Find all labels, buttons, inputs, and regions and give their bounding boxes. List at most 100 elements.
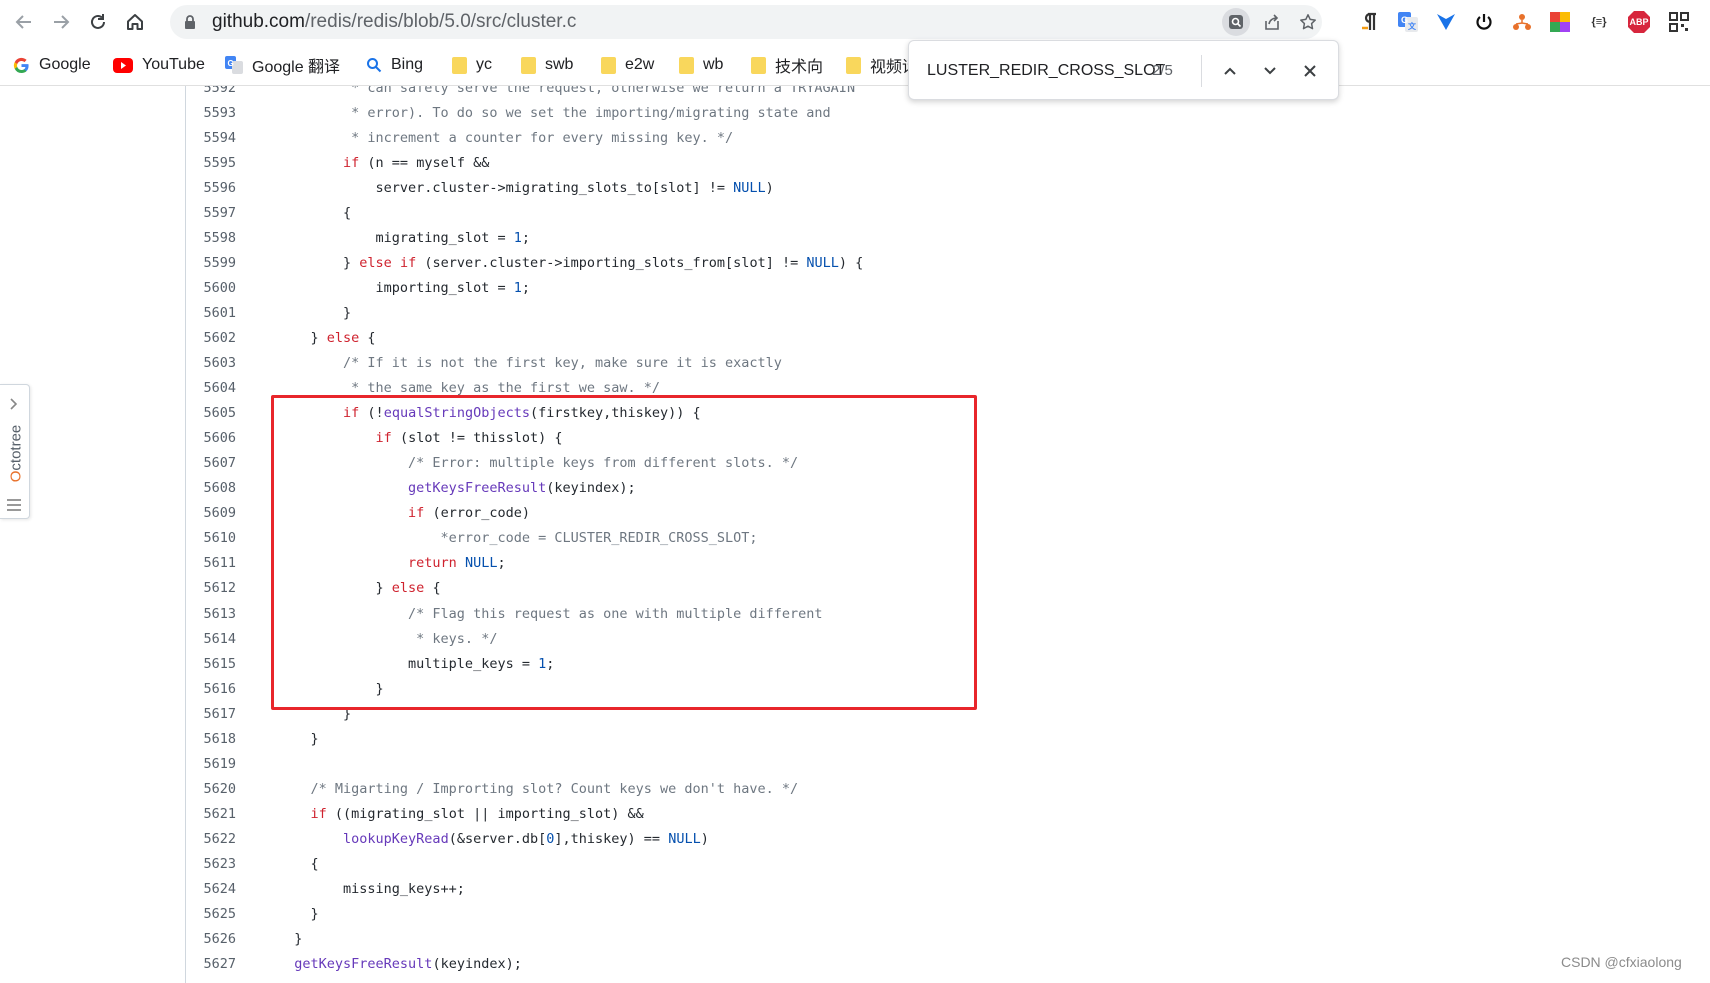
share-button[interactable] bbox=[1258, 8, 1286, 36]
line-number[interactable]: 5619 bbox=[186, 756, 236, 772]
line-number[interactable]: 5607 bbox=[186, 455, 236, 471]
code-line: 5619 bbox=[186, 751, 1706, 776]
menu-icon bbox=[7, 499, 21, 514]
line-number[interactable]: 5609 bbox=[186, 505, 236, 521]
line-number[interactable]: 5606 bbox=[186, 430, 236, 446]
line-number[interactable]: 5596 bbox=[186, 180, 236, 196]
line-number[interactable]: 5623 bbox=[186, 856, 236, 872]
line-number[interactable]: 5627 bbox=[186, 956, 236, 972]
line-number[interactable]: 5610 bbox=[186, 530, 236, 546]
line-number[interactable]: 5602 bbox=[186, 330, 236, 346]
line-number[interactable]: 5620 bbox=[186, 781, 236, 797]
find-bar: LUSTER_REDIR_CROSS_SLOT 2/5 bbox=[908, 40, 1339, 100]
chevron-up-icon bbox=[1224, 67, 1236, 75]
bookmark-folder-yc[interactable]: yc bbox=[452, 52, 492, 78]
code-text: * the same key as the first we saw. */ bbox=[278, 380, 661, 397]
bookmark-bing[interactable]: Bing bbox=[366, 52, 423, 78]
line-number[interactable]: 5622 bbox=[186, 831, 236, 847]
bookmark-star-button[interactable] bbox=[1294, 8, 1322, 36]
home-button[interactable] bbox=[119, 6, 151, 38]
line-number[interactable]: 5604 bbox=[186, 380, 236, 396]
bookmark-folder-tech[interactable]: 技术向 bbox=[751, 52, 823, 78]
line-number[interactable]: 5601 bbox=[186, 305, 236, 321]
arrow-left-icon bbox=[15, 15, 31, 29]
power-icon[interactable] bbox=[1471, 9, 1497, 35]
code-text: } bbox=[278, 730, 319, 747]
line-number[interactable]: 5624 bbox=[186, 881, 236, 897]
bookmark-label: wb bbox=[703, 56, 724, 73]
pilcrow-icon[interactable] bbox=[1356, 9, 1382, 35]
line-number[interactable]: 5616 bbox=[186, 681, 236, 697]
line-number[interactable]: 5611 bbox=[186, 555, 236, 571]
back-button[interactable] bbox=[8, 6, 40, 38]
line-number[interactable]: 5594 bbox=[186, 130, 236, 146]
url-host: github.com bbox=[212, 11, 305, 32]
line-number[interactable]: 5599 bbox=[186, 255, 236, 271]
adblock-plus-icon[interactable]: ABP bbox=[1626, 9, 1652, 35]
octotree-sidebar-toggle[interactable]: Octotree bbox=[0, 384, 30, 519]
line-number[interactable]: 5614 bbox=[186, 631, 236, 647]
code-line: 5618 } bbox=[186, 726, 1706, 751]
code-text: } else { bbox=[278, 329, 376, 346]
bookmark-google[interactable]: Google bbox=[13, 52, 91, 78]
code-line: 5624 missing_keys++; bbox=[186, 877, 1706, 902]
sitemap-icon[interactable] bbox=[1509, 9, 1535, 35]
code-text: if (n == myself && bbox=[343, 154, 490, 171]
qr-code-icon[interactable] bbox=[1666, 9, 1692, 35]
code-text: } else if (server.cluster->importing_slo… bbox=[278, 254, 864, 271]
code-line: 5594 * increment a counter for every mis… bbox=[186, 125, 1706, 150]
line-number[interactable]: 5617 bbox=[186, 706, 236, 722]
line-number[interactable]: 5605 bbox=[186, 405, 236, 421]
line-number[interactable]: 5592 bbox=[186, 86, 236, 96]
line-number[interactable]: 5612 bbox=[186, 580, 236, 596]
line-number[interactable]: 5598 bbox=[186, 230, 236, 246]
find-previous-button[interactable] bbox=[1216, 57, 1244, 85]
bookmark-youtube[interactable]: YouTube bbox=[113, 52, 205, 78]
code-text: if ((migrating_slot || importing_slot) &… bbox=[310, 805, 644, 822]
line-number[interactable]: 5615 bbox=[186, 656, 236, 672]
line-number[interactable]: 5597 bbox=[186, 205, 236, 221]
bookmarks-bar: Google YouTube G Google 翻译 Bing yc swb e… bbox=[0, 44, 1710, 86]
json-viewer-icon[interactable]: {≡} bbox=[1586, 9, 1612, 35]
bookmark-folder-wb[interactable]: wb bbox=[679, 52, 723, 78]
line-number[interactable]: 5595 bbox=[186, 155, 236, 171]
folder-icon bbox=[452, 56, 467, 74]
folder-icon bbox=[751, 56, 766, 74]
colorful-grid-icon[interactable] bbox=[1547, 9, 1573, 35]
line-number[interactable]: 5603 bbox=[186, 355, 236, 371]
code-line: 5602 } else { bbox=[186, 325, 1706, 350]
bookmark-folder-e2w[interactable]: e2w bbox=[601, 52, 654, 78]
bookmark-label: yc bbox=[476, 56, 492, 73]
bookmark-google-translate[interactable]: G Google 翻译 bbox=[225, 52, 340, 78]
forward-button[interactable] bbox=[45, 6, 77, 38]
code-line: 5623 { bbox=[186, 851, 1706, 876]
code-text: lookupKeyRead(&server.db[0],thiskey) == … bbox=[343, 830, 709, 847]
line-number[interactable]: 5618 bbox=[186, 731, 236, 747]
line-number[interactable]: 5600 bbox=[186, 280, 236, 296]
line-number[interactable]: 5621 bbox=[186, 806, 236, 822]
chevron-right-icon bbox=[10, 398, 18, 410]
find-in-page-button[interactable] bbox=[1222, 8, 1250, 36]
share-icon bbox=[1265, 14, 1279, 30]
vpn-icon[interactable] bbox=[1433, 9, 1459, 35]
line-number[interactable]: 5608 bbox=[186, 480, 236, 496]
bookmark-label: Bing bbox=[391, 56, 424, 73]
bookmark-label: YouTube bbox=[142, 56, 205, 73]
code-line: 5597 { bbox=[186, 200, 1706, 225]
line-number[interactable]: 5593 bbox=[186, 105, 236, 121]
find-close-button[interactable] bbox=[1296, 57, 1324, 85]
address-bar[interactable]: github.com/redis/redis/blob/5.0/src/clus… bbox=[170, 5, 1322, 39]
find-next-button[interactable] bbox=[1256, 57, 1284, 85]
svg-text:G: G bbox=[228, 59, 234, 68]
code-text: migrating_slot = 1; bbox=[278, 229, 530, 246]
line-number[interactable]: 5613 bbox=[186, 606, 236, 622]
annotation-highlight-box bbox=[271, 395, 977, 710]
line-number[interactable]: 5626 bbox=[186, 931, 236, 947]
code-text: { bbox=[278, 855, 319, 872]
find-input[interactable]: LUSTER_REDIR_CROSS_SLOT bbox=[927, 41, 1165, 101]
code-text: } bbox=[278, 304, 352, 321]
google-translate-ext-icon[interactable]: G文 bbox=[1395, 9, 1421, 35]
reload-button[interactable] bbox=[82, 6, 114, 38]
bookmark-folder-swb[interactable]: swb bbox=[521, 52, 573, 78]
line-number[interactable]: 5625 bbox=[186, 906, 236, 922]
